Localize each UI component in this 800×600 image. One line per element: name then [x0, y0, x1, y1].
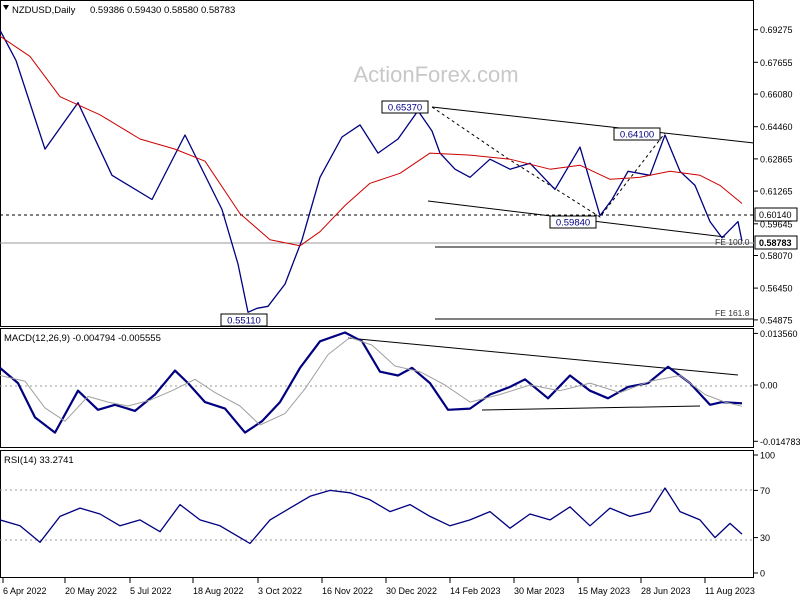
macd-y-axis: 0.013560 0.00 -0.014783 — [754, 329, 800, 447]
price-y-tick-label: 0.67655 — [760, 58, 793, 68]
price-y-tick-label: 0.69275 — [760, 25, 793, 35]
annotation-0.65370: 0.65370 — [381, 100, 429, 114]
price-y-tick-label: 0.56450 — [760, 284, 793, 294]
macd-header: MACD(12,26,9) -0.004794 -0.005555 — [4, 333, 161, 344]
annotation-low-1: 0.59840 — [556, 218, 590, 229]
watermark: ActionForex.com — [353, 62, 518, 87]
x-tick-label: 15 May 2023 — [578, 586, 630, 596]
x-tick-label: 20 May 2022 — [65, 586, 117, 596]
macd-y-tick-label: -0.014783 — [760, 437, 800, 447]
rsi-y-tick-label: 0 — [760, 569, 765, 579]
macd-y-tick-label: 0.00 — [760, 381, 778, 391]
price-y-tick-label: 0.58070 — [760, 251, 793, 261]
right-label-current: 0.58783 — [754, 235, 798, 250]
price-y-tick-label: 0.59645 — [760, 219, 793, 229]
annotation-low-2: 0.55110 — [227, 316, 261, 327]
price-y-axis: 0.69275 0.67655 0.66080 0.64460 0.62865 0.612… — [754, 25, 793, 325]
annotation-0.55110: 0.55110 — [220, 313, 268, 327]
macd-panel — [0, 328, 754, 448]
current-price-label: 0.58783 — [759, 238, 792, 248]
annotation-high-2: 0.64100 — [620, 130, 654, 141]
price-y-tick-label: 0.62865 — [760, 154, 793, 164]
price-symbol: NZDUSD,Daily — [12, 5, 76, 16]
x-tick-label: 30 Dec 2022 — [386, 586, 437, 596]
x-axis: 6 Apr 2022 20 May 2022 5 Jul 2022 18 Aug 20… — [2, 578, 755, 596]
x-tick-label: 5 Jul 2022 — [130, 586, 172, 596]
rsi-y-tick-label: 30 — [760, 533, 770, 543]
x-tick-label: 14 Feb 2023 — [450, 586, 501, 596]
fe100-label: FE 100.0 — [715, 237, 750, 247]
annotation-0.64100: 0.64100 — [613, 127, 661, 141]
fe161-label: FE 161.8 — [715, 308, 750, 318]
price-y-tick-label: 0.66080 — [760, 90, 793, 100]
price-ohlc: 0.59386 0.59430 0.58580 0.58783 — [90, 5, 235, 16]
price-panel — [0, 0, 754, 327]
rsi-y-tick-label: 70 — [760, 486, 770, 496]
macd-y-tick-label: 0.013560 — [760, 329, 798, 339]
x-tick-label: 16 Nov 2022 — [322, 586, 373, 596]
price-y-tick-label: 0.54875 — [760, 315, 793, 325]
x-tick-label: 28 Jun 2023 — [641, 586, 691, 596]
price-y-tick-label: 0.64460 — [760, 122, 793, 132]
rsi-header: RSI(14) 33.2741 — [4, 455, 74, 466]
nzdusd-chart: ActionForex.com NZDUSD,Daily 0.59386 0.5… — [0, 0, 800, 596]
rsi-y-axis: 100 70 30 0 — [754, 451, 775, 579]
x-tick-label: 6 Apr 2022 — [3, 586, 47, 596]
x-tick-label: 30 Mar 2023 — [514, 586, 565, 596]
price-y-tick-label: 0.61265 — [760, 187, 793, 197]
rsi-y-tick-label: 100 — [760, 451, 775, 461]
price-header: NZDUSD,Daily 0.59386 0.59430 0.58580 0.5… — [3, 5, 235, 16]
x-tick-label: 18 Aug 2022 — [193, 586, 244, 596]
annotation-0.59840: 0.59840 — [549, 215, 597, 229]
x-tick-label: 11 Aug 2023 — [705, 586, 755, 596]
annotation-high-1: 0.65370 — [388, 103, 422, 114]
x-tick-label: 3 Oct 2022 — [258, 586, 302, 596]
